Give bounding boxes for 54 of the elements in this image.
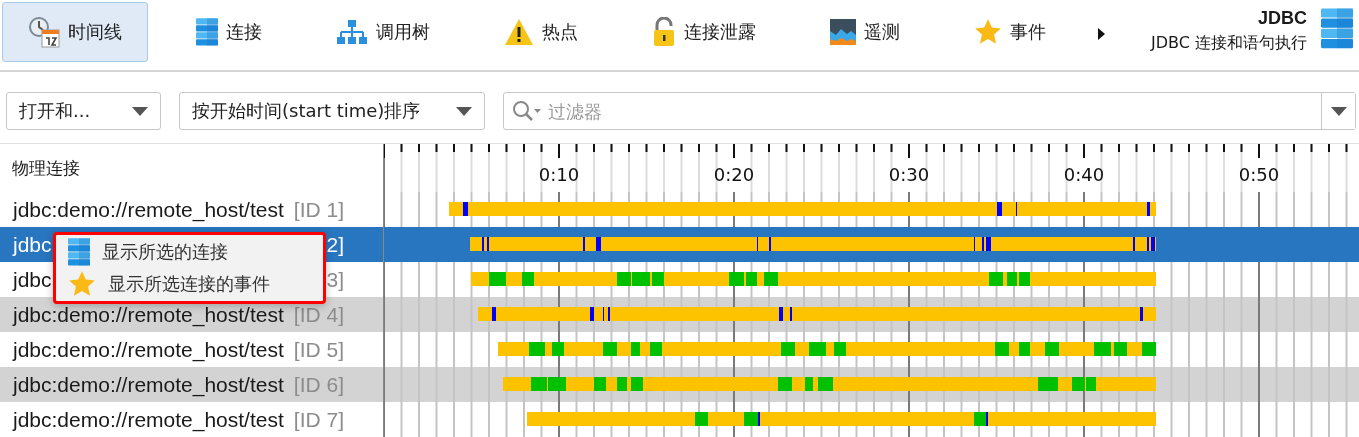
- view-title: JDBC: [1258, 8, 1307, 29]
- toolbar-tab[interactable]: 连接泄露: [626, 2, 782, 62]
- view-subtitle: JDBC 连接和语句执行: [1151, 33, 1307, 54]
- chevron-right-icon[interactable]: [1098, 28, 1105, 40]
- connection-id: [ID 4]: [293, 302, 344, 327]
- axis-label: 0:10: [538, 164, 580, 185]
- warning-icon: [504, 18, 534, 46]
- toolbar-tab[interactable]: 遥测: [804, 2, 926, 62]
- caret-icon: [1330, 106, 1347, 116]
- timeline-bar-drawing[interactable]: [478, 307, 1156, 321]
- connection-row[interactable]: jdbc:demo://remote_host/test [ID 6]: [0, 367, 383, 402]
- database-icon: [196, 17, 218, 47]
- search-icon: [512, 100, 542, 122]
- filter-field[interactable]: 过滤器: [503, 92, 1356, 130]
- star-icon: [68, 270, 96, 298]
- connection-url: jdbc:demo://remote_host/test: [13, 197, 284, 222]
- connection-id: [ID 1]: [293, 197, 344, 222]
- star-icon: [974, 18, 1002, 46]
- toolbar-tab[interactable]: 时间线: [2, 2, 148, 62]
- timeline-bar-drawing[interactable]: [470, 237, 1156, 251]
- connection-url: jdbc:demo://remote_host/test: [13, 372, 284, 397]
- caret-icon: [132, 106, 148, 116]
- connection-url: jdbc: [13, 267, 52, 292]
- toolbar-tab[interactable]: 热点: [478, 2, 604, 62]
- toolbar-tab[interactable]: 连接: [170, 2, 288, 62]
- clock-calendar-icon: [28, 16, 60, 48]
- hierarchy-icon: [336, 19, 368, 45]
- caret-icon: [456, 106, 472, 116]
- connection-url: jdbc:demo://remote_host/test: [13, 407, 284, 432]
- axis-label: 0:40: [1063, 164, 1105, 185]
- menu-item[interactable]: 显示所选的连接: [60, 236, 319, 268]
- database-icon: [1321, 8, 1353, 50]
- dropdown-button[interactable]: [1321, 93, 1355, 129]
- connection-id: [ID 7]: [293, 407, 344, 432]
- chart-icon: [830, 19, 856, 45]
- database-icon: [68, 237, 90, 267]
- padlock-icon: [652, 17, 676, 47]
- axis-label: 0:20: [713, 164, 755, 185]
- mode-dropdown[interactable]: 打开和...: [6, 92, 161, 130]
- connection-id: [ID 6]: [293, 372, 344, 397]
- connection-id: [ID 5]: [293, 337, 344, 362]
- filter-input[interactable]: 过滤器: [542, 100, 1321, 122]
- connection-url: jdbc:demo://remote_host/test: [13, 302, 284, 327]
- sort-dropdown[interactable]: 按开始时间(start time)排序: [179, 92, 485, 130]
- column-heading: 物理连接: [12, 156, 80, 180]
- toolbar-tab[interactable]: 调用树: [310, 2, 456, 62]
- menu-item[interactable]: 显示所选连接的事件: [60, 268, 319, 300]
- connection-id: 3]: [326, 267, 344, 292]
- connection-url: jdbc:demo://remote_host/test: [13, 337, 284, 362]
- connection-id: 2]: [326, 232, 344, 257]
- connection-url: jdbc: [13, 232, 52, 257]
- axis-label: 0:30: [888, 164, 930, 185]
- axis-label: 0:50: [1238, 164, 1280, 185]
- toolbar-tab[interactable]: 事件: [948, 2, 1072, 62]
